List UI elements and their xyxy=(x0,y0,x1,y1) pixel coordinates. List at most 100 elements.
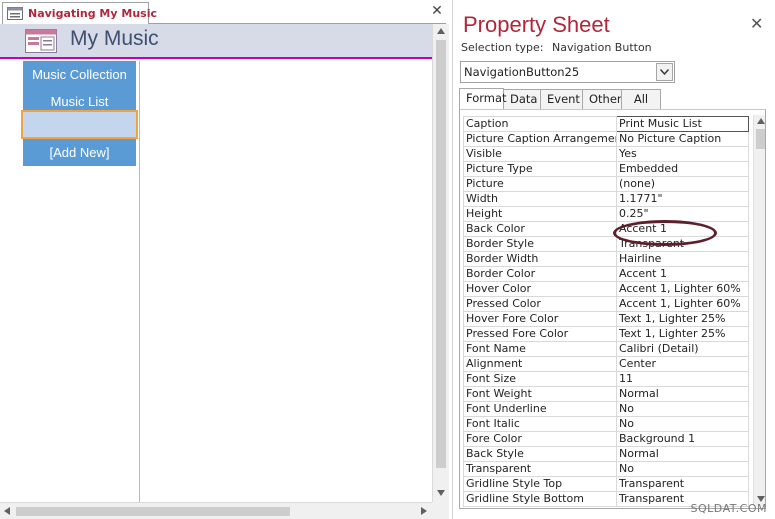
property-row[interactable]: Hover Color Accent 1, Lighter 60% xyxy=(463,281,749,297)
close-icon[interactable]: ✕ xyxy=(430,4,444,18)
document-horizontal-scrollbar[interactable] xyxy=(0,502,432,519)
property-row[interactable]: Border Width Hairline xyxy=(463,251,749,267)
property-value[interactable]: Accent 1 xyxy=(616,266,749,282)
property-value[interactable]: 11 xyxy=(616,371,749,387)
selection-type-label: Selection type: xyxy=(461,41,544,54)
property-row[interactable]: Back Style Normal xyxy=(463,446,749,462)
property-row[interactable]: Font Weight Normal xyxy=(463,386,749,402)
property-row[interactable]: Back Color Accent 1 xyxy=(463,221,749,237)
object-selector-dropdown[interactable]: NavigationButton25 xyxy=(460,61,675,83)
property-name: Hover Color xyxy=(463,281,617,297)
property-name: Border Style xyxy=(463,236,617,252)
tab-data[interactable]: Data xyxy=(503,89,541,109)
document-tab[interactable]: Navigating My Music xyxy=(2,2,157,24)
property-name: Picture Type xyxy=(463,161,617,177)
property-value[interactable]: Center xyxy=(616,356,749,372)
property-row[interactable]: Font Name Calibri (Detail) xyxy=(463,341,749,357)
navigation-form-icon xyxy=(25,29,57,56)
property-value[interactable]: Background 1 xyxy=(616,431,749,447)
form-title: My Music xyxy=(70,27,159,50)
property-row[interactable]: Transparent No xyxy=(463,461,749,477)
property-row[interactable]: Hover Fore Color Text 1, Lighter 25% xyxy=(463,311,749,327)
property-value[interactable]: 0.25" xyxy=(616,206,749,222)
property-name: Back Color xyxy=(463,221,617,237)
property-row[interactable]: Alignment Center xyxy=(463,356,749,372)
document-vertical-scrollbar[interactable] xyxy=(432,24,449,502)
property-name: Font Italic xyxy=(463,416,617,432)
scroll-up-icon[interactable] xyxy=(757,118,765,124)
property-row[interactable]: Width 1.1771" xyxy=(463,191,749,207)
scroll-thumb[interactable] xyxy=(16,507,290,516)
property-row[interactable]: Picture (none) xyxy=(463,176,749,192)
property-value[interactable]: Hairline xyxy=(616,251,749,267)
tab-all[interactable]: All xyxy=(621,89,661,109)
property-row[interactable]: Visible Yes xyxy=(463,146,749,162)
property-name: Font Weight xyxy=(463,386,617,402)
property-row[interactable]: Caption Print Music List xyxy=(463,116,749,132)
property-value[interactable]: Accent 1, Lighter 60% xyxy=(616,296,749,312)
property-row[interactable]: Font Italic No xyxy=(463,416,749,432)
property-row[interactable]: Fore Color Background 1 xyxy=(463,431,749,447)
property-name: Font Name xyxy=(463,341,617,357)
property-value[interactable]: Normal xyxy=(616,446,749,462)
property-name: Picture Caption Arrangement xyxy=(463,131,617,147)
property-row[interactable]: Border Color Accent 1 xyxy=(463,266,749,282)
property-value[interactable]: 1.1771" xyxy=(616,191,749,207)
close-icon[interactable]: ✕ xyxy=(750,14,763,33)
selection-type-row: Selection type: Navigation Button xyxy=(461,41,652,54)
scroll-left-icon[interactable] xyxy=(4,507,10,515)
property-name: Border Width xyxy=(463,251,617,267)
property-name: Gridline Style Top xyxy=(463,476,617,492)
property-value[interactable]: Yes xyxy=(616,146,749,162)
tab-event[interactable]: Event xyxy=(540,89,583,109)
chevron-down-icon[interactable] xyxy=(656,63,673,81)
property-row[interactable]: Pressed Fore Color Text 1, Lighter 25% xyxy=(463,326,749,342)
scroll-thumb[interactable] xyxy=(436,40,446,468)
property-value[interactable]: Accent 1 xyxy=(616,221,749,237)
property-sheet: Property Sheet ✕ Selection type: Navigat… xyxy=(452,0,775,519)
nav-button-music-collection[interactable]: Music Collection xyxy=(23,61,136,88)
property-value[interactable]: Text 1, Lighter 25% xyxy=(616,326,749,342)
property-row[interactable]: Font Underline No xyxy=(463,401,749,417)
property-row[interactable]: Font Size 11 xyxy=(463,371,749,387)
property-value[interactable]: Print Music List xyxy=(616,116,749,132)
navigation-pane: Music Collection Music List [Add New] xyxy=(0,61,140,502)
property-row[interactable]: Border Style Transparent xyxy=(463,236,749,252)
property-value[interactable]: Text 1, Lighter 25% xyxy=(616,311,749,327)
property-tabs: Format Data Event Other All xyxy=(459,88,661,109)
property-row[interactable]: Gridline Style Top Transparent xyxy=(463,476,749,492)
property-grid-scrollbar[interactable] xyxy=(753,115,765,506)
property-sheet-title: Property Sheet xyxy=(463,12,610,37)
property-value[interactable]: Transparent xyxy=(616,236,749,252)
form-canvas: My Music Music Collection Music List [Ad… xyxy=(0,24,432,502)
property-value[interactable]: No xyxy=(616,401,749,417)
property-name: Fore Color xyxy=(463,431,617,447)
tab-format[interactable]: Format xyxy=(459,88,507,109)
property-value[interactable]: No Picture Caption xyxy=(616,131,749,147)
document-tab-title: Navigating My Music xyxy=(28,7,157,20)
selection-type-value: Navigation Button xyxy=(551,41,652,54)
property-value[interactable]: Normal xyxy=(616,386,749,402)
nav-button-add-new[interactable]: [Add New] xyxy=(23,139,136,166)
tab-other[interactable]: Other xyxy=(582,89,622,109)
property-row[interactable]: Picture Type Embedded xyxy=(463,161,749,177)
scroll-thumb[interactable] xyxy=(756,129,765,149)
property-value[interactable]: Embedded xyxy=(616,161,749,177)
nav-button-selected-new[interactable] xyxy=(21,110,138,139)
property-name: Transparent xyxy=(463,461,617,477)
watermark: SQLDAT.COM xyxy=(690,502,767,515)
property-value[interactable]: No xyxy=(616,416,749,432)
property-value[interactable]: (none) xyxy=(616,176,749,192)
scroll-down-icon[interactable] xyxy=(437,490,445,496)
scroll-up-icon[interactable] xyxy=(437,28,445,34)
property-row[interactable]: Height 0.25" xyxy=(463,206,749,222)
property-row[interactable]: Picture Caption Arrangement No Picture Ca… xyxy=(463,131,749,147)
property-value[interactable]: Transparent xyxy=(616,476,749,492)
scroll-right-icon[interactable] xyxy=(421,507,427,515)
property-row[interactable]: Pressed Color Accent 1, Lighter 60% xyxy=(463,296,749,312)
property-value[interactable]: No xyxy=(616,461,749,477)
property-name: Height xyxy=(463,206,617,222)
property-value[interactable]: Calibri (Detail) xyxy=(616,341,749,357)
property-grid-container: Caption Print Music List Picture Caption A… xyxy=(459,109,766,509)
property-value[interactable]: Accent 1, Lighter 60% xyxy=(616,281,749,297)
